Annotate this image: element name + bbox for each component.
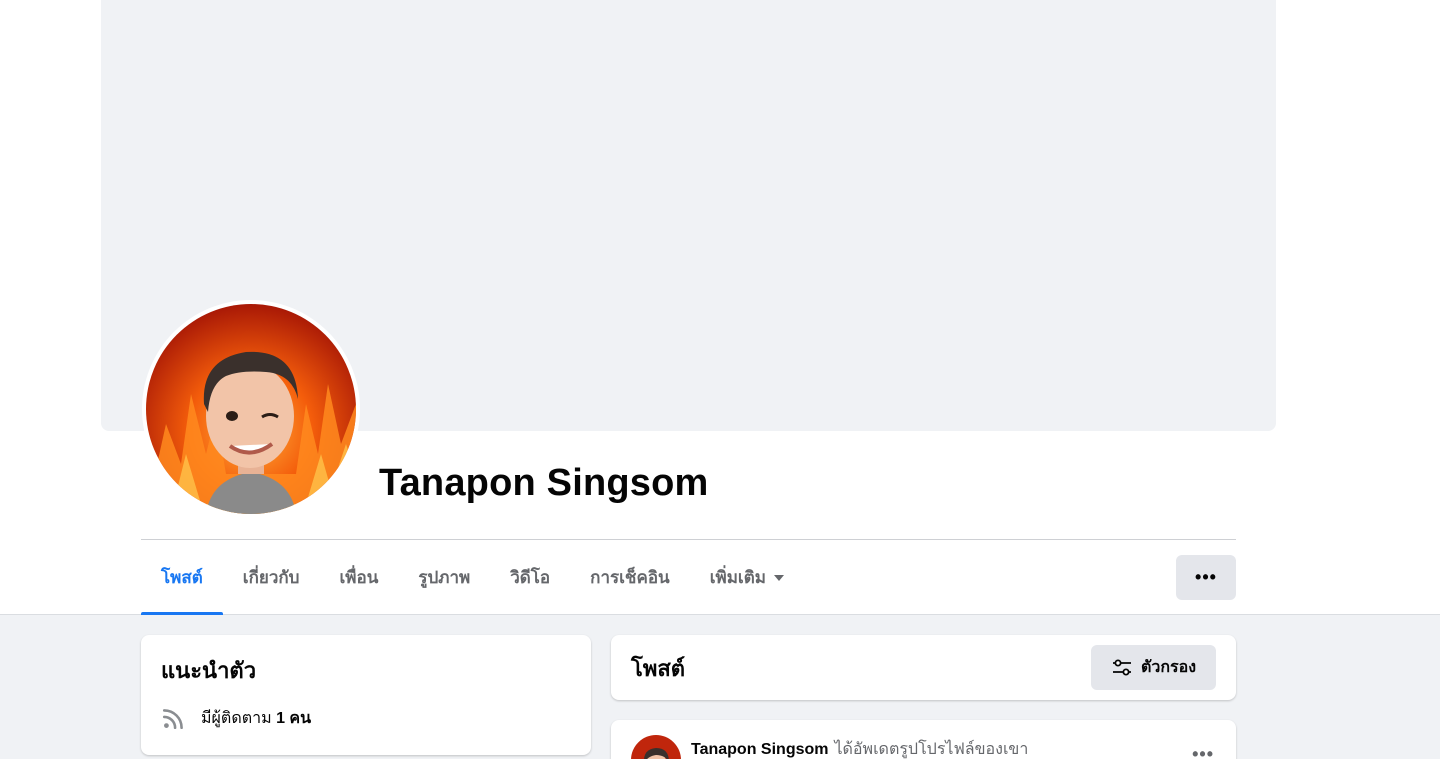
intro-card: แนะนำตัว มีผู้ติดตาม 1 คน	[141, 635, 591, 755]
post-header: Tanapon Singsom ได้อัพเดตรูปโปรไฟล์ของเขา	[691, 737, 1028, 759]
followers-prefix: มีผู้ติดตาม	[201, 709, 272, 727]
tab-label: เพื่อน	[339, 568, 379, 587]
filter-sliders-icon	[1112, 659, 1131, 675]
filter-button[interactable]: ตัวกรอง	[1091, 645, 1216, 690]
tab-label: วิดีโอ	[510, 568, 551, 587]
tab-friends[interactable]: เพื่อน	[319, 540, 398, 615]
tab-photos[interactable]: รูปภาพ	[398, 540, 490, 615]
more-options-button[interactable]: •••	[1176, 555, 1236, 600]
profile-tabs: โพสต์ เกี่ยวกับ เพื่อน รูปภาพ วิดีโอ การ…	[141, 540, 804, 615]
intro-title: แนะนำตัว	[161, 658, 257, 683]
post-action-text: ได้อัพเดตรูปโปรไฟล์ของเขา	[834, 741, 1029, 758]
tab-videos[interactable]: วิดีโอ	[490, 540, 570, 615]
posts-header-card: โพสต์ ตัวกรอง	[611, 635, 1236, 700]
avatar-image	[146, 304, 356, 514]
post-author-name[interactable]: Tanapon Singsom	[691, 741, 828, 758]
tab-label: โพสต์	[161, 568, 203, 587]
filter-label: ตัวกรอง	[1140, 659, 1197, 676]
profile-picture[interactable]	[142, 300, 360, 518]
tab-about[interactable]: เกี่ยวกับ	[223, 540, 320, 615]
post-card: Tanapon Singsom ได้อัพเดตรูปโปรไฟล์ของเขา…	[611, 720, 1236, 759]
followers-count[interactable]: 1 คน	[276, 710, 311, 727]
tab-checkins[interactable]: การเช็คอิน	[570, 540, 690, 615]
tab-label: เกี่ยวกับ	[242, 568, 300, 587]
tab-label: รูปภาพ	[418, 568, 471, 587]
tab-label: เพิ่มเติม	[709, 568, 766, 587]
rss-icon	[162, 709, 183, 730]
tab-posts[interactable]: โพสต์	[141, 540, 223, 615]
tab-more[interactable]: เพิ่มเติม	[690, 540, 804, 615]
posts-title: โพสต์	[631, 656, 686, 681]
followers-row: มีผู้ติดตาม 1 คน	[161, 705, 311, 731]
tab-label: การเช็คอิน	[590, 568, 670, 587]
post-menu-icon[interactable]: •••	[1192, 744, 1214, 759]
caret-down-icon	[773, 574, 784, 581]
dots-icon: •••	[1195, 567, 1217, 587]
followers-text: มีผู้ติดตาม 1 คน	[201, 706, 311, 731]
profile-name: Tanapon Singsom	[379, 462, 709, 504]
post-author-avatar[interactable]	[631, 735, 681, 759]
